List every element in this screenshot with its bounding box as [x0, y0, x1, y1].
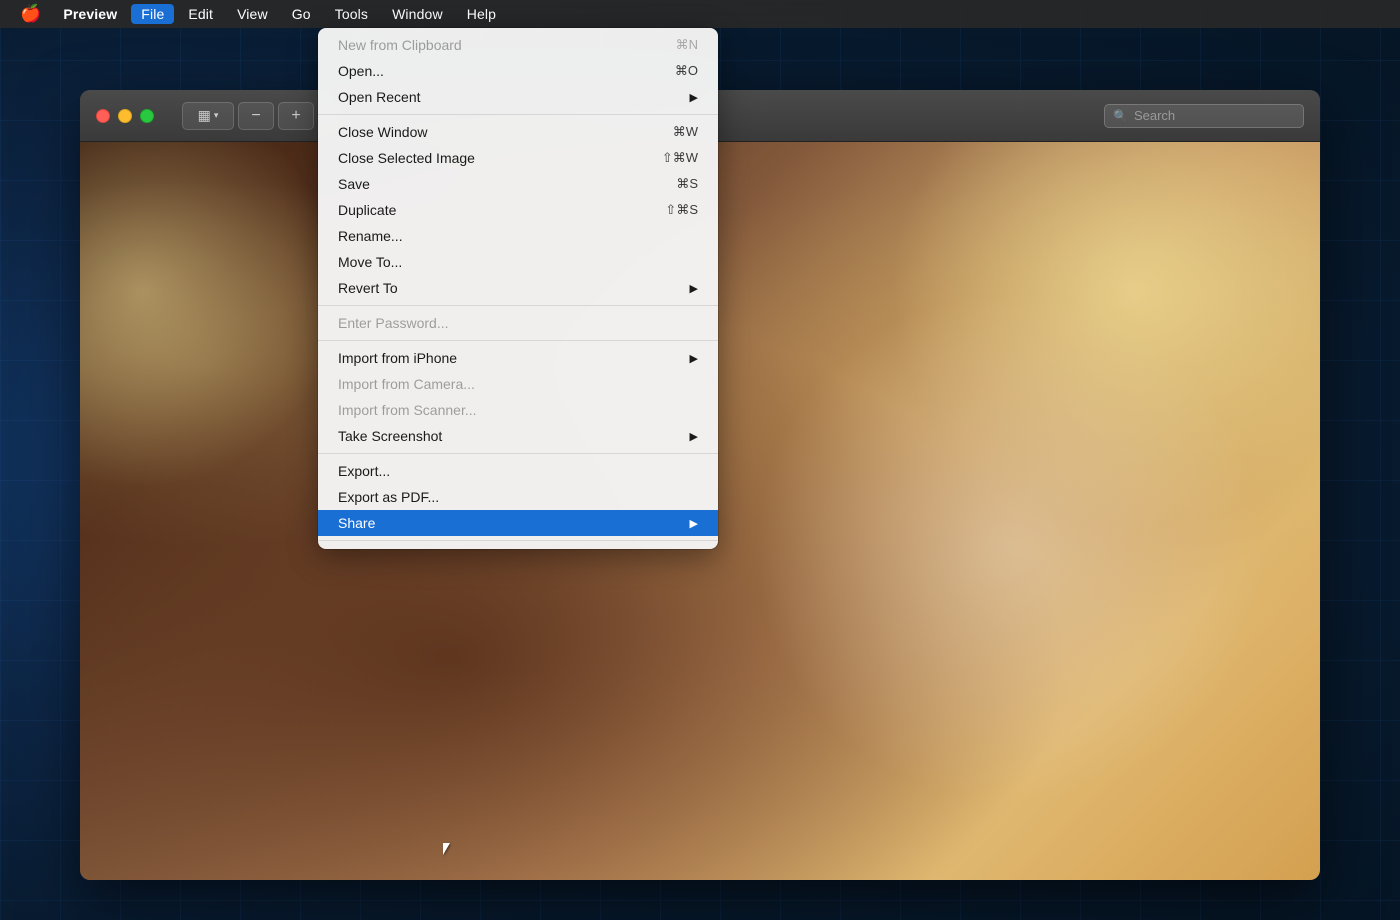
menu-item-close-window[interactable]: Close Window ⌘W	[318, 119, 718, 145]
menu-label: Share	[338, 515, 375, 531]
menu-label: Close Window	[338, 124, 427, 140]
menu-shortcut: ⇧⌘W	[662, 150, 698, 166]
menu-separator-4	[318, 453, 718, 454]
menu-label: Take Screenshot	[338, 428, 442, 444]
menu-item-open-recent[interactable]: Open Recent ▶	[318, 84, 718, 110]
minimize-button[interactable]	[118, 109, 132, 123]
menu-item-duplicate[interactable]: Duplicate ⇧⌘S	[318, 197, 718, 223]
menu-item-share[interactable]: Share ▶	[318, 510, 718, 536]
menu-label: Close Selected Image	[338, 150, 475, 166]
menu-item-export-as-pdf[interactable]: Export as PDF...	[318, 484, 718, 510]
menu-item-import-from-iphone[interactable]: Import from iPhone ▶	[318, 345, 718, 371]
menu-separator-5	[318, 540, 718, 541]
search-label: Search	[1134, 108, 1175, 123]
menu-item-save[interactable]: Save ⌘S	[318, 171, 718, 197]
menu-item-enter-password[interactable]: Enter Password...	[318, 310, 718, 336]
menu-separator-2	[318, 305, 718, 306]
toolbar: ▦ ▾ − +	[182, 102, 314, 130]
traffic-lights	[96, 109, 154, 123]
menu-item-import-from-camera[interactable]: Import from Camera...	[318, 371, 718, 397]
submenu-arrow-icon: ▶	[690, 430, 698, 443]
menubar: 🍎 Preview File Edit View Go Tools Window…	[0, 0, 1400, 28]
menu-item-export[interactable]: Export...	[318, 458, 718, 484]
menu-item-new-from-clipboard[interactable]: New from Clipboard ⌘N	[318, 32, 718, 58]
submenu-arrow-icon: ▶	[690, 282, 698, 295]
menu-label: Revert To	[338, 280, 398, 296]
menu-shortcut: ⌘N	[676, 37, 698, 53]
submenu-arrow-icon: ▶	[690, 517, 698, 530]
menu-item-take-screenshot[interactable]: Take Screenshot ▶	[318, 423, 718, 449]
menu-separator-3	[318, 340, 718, 341]
menubar-view[interactable]: View	[227, 4, 278, 24]
menu-label: Open Recent	[338, 89, 421, 105]
close-button[interactable]	[96, 109, 110, 123]
menu-item-rename[interactable]: Rename...	[318, 223, 718, 249]
menubar-file[interactable]: File	[131, 4, 174, 24]
menu-label: Move To...	[338, 254, 402, 270]
menu-label: Import from Camera...	[338, 376, 475, 392]
search-icon: 🔍	[1113, 109, 1128, 123]
file-dropdown-menu: New from Clipboard ⌘N Open... ⌘O Open Re…	[318, 28, 718, 549]
menu-shortcut: ⌘W	[673, 124, 698, 140]
menu-label: Export as PDF...	[338, 489, 439, 505]
menubar-go[interactable]: Go	[282, 4, 321, 24]
menu-shortcut: ⌘S	[676, 176, 698, 192]
menu-separator-1	[318, 114, 718, 115]
menu-item-move-to[interactable]: Move To...	[318, 249, 718, 275]
menubar-window[interactable]: Window	[382, 4, 453, 24]
menubar-help[interactable]: Help	[457, 4, 506, 24]
zoom-in-button[interactable]: +	[278, 102, 314, 130]
menubar-preview[interactable]: Preview	[53, 4, 127, 24]
zoom-out-icon: −	[251, 107, 260, 125]
submenu-arrow-icon: ▶	[690, 91, 698, 104]
chevron-down-icon: ▾	[214, 110, 219, 121]
menu-item-open[interactable]: Open... ⌘O	[318, 58, 718, 84]
menu-label: Rename...	[338, 228, 403, 244]
menu-label: Import from Scanner...	[338, 402, 477, 418]
sidebar-toggle-button[interactable]: ▦ ▾	[182, 102, 234, 130]
menu-item-import-from-scanner[interactable]: Import from Scanner...	[318, 397, 718, 423]
maximize-button[interactable]	[140, 109, 154, 123]
menu-label: Open...	[338, 63, 384, 79]
menubar-edit[interactable]: Edit	[178, 4, 223, 24]
menu-item-revert-to[interactable]: Revert To ▶	[318, 275, 718, 301]
menu-label: New from Clipboard	[338, 37, 462, 53]
sidebar-icon: ▦	[198, 107, 211, 124]
menubar-tools[interactable]: Tools	[325, 4, 378, 24]
menu-shortcut: ⇧⌘S	[665, 202, 698, 218]
menu-label: Enter Password...	[338, 315, 449, 331]
menu-item-close-selected-image[interactable]: Close Selected Image ⇧⌘W	[318, 145, 718, 171]
menu-label: Save	[338, 176, 370, 192]
submenu-arrow-icon: ▶	[690, 352, 698, 365]
menu-label: Duplicate	[338, 202, 396, 218]
menu-label: Export...	[338, 463, 390, 479]
menu-shortcut: ⌘O	[675, 63, 698, 79]
search-bar[interactable]: 🔍 Search	[1104, 104, 1304, 128]
zoom-in-icon: +	[291, 107, 300, 125]
zoom-out-button[interactable]: −	[238, 102, 274, 130]
menu-label: Import from iPhone	[338, 350, 457, 366]
apple-menu[interactable]: 🍎	[12, 4, 49, 24]
